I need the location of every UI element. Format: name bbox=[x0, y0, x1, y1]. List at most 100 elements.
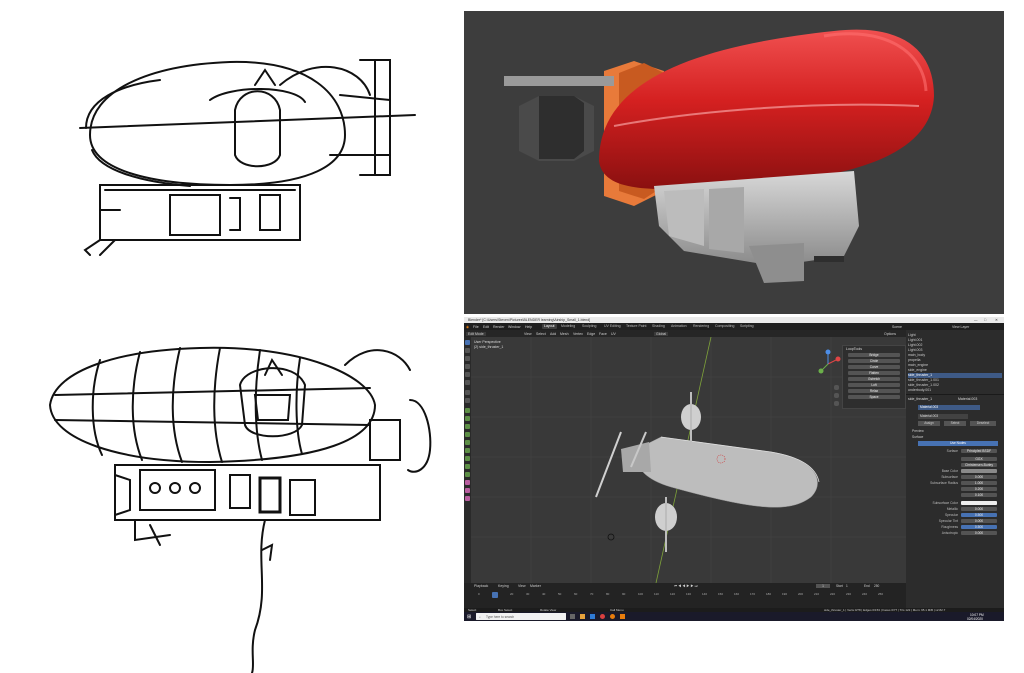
tab-modeling[interactable]: Modeling bbox=[559, 324, 577, 329]
playback-controls[interactable]: ⏮◀◀▶▶⏭ bbox=[674, 584, 699, 588]
close-button[interactable]: ✕ bbox=[995, 318, 998, 322]
rip-region-tool-icon[interactable] bbox=[465, 496, 470, 501]
knife-tool-icon[interactable] bbox=[465, 440, 470, 445]
looptools-gstretch-button[interactable]: Gstretch bbox=[848, 377, 900, 382]
edge-browser-icon[interactable] bbox=[590, 614, 595, 619]
prop-value-subsurface-color[interactable] bbox=[961, 500, 997, 506]
menu-help[interactable]: Help bbox=[525, 325, 532, 329]
options-dropdown[interactable]: Options bbox=[884, 332, 896, 336]
prop-value-subsurface-radius-y[interactable]: 0.200 bbox=[961, 486, 997, 492]
start-frame-field[interactable]: 1 bbox=[846, 584, 848, 588]
looptools-curve-button[interactable]: Curve bbox=[848, 365, 900, 370]
inset-tool-icon[interactable] bbox=[465, 416, 470, 421]
blender-logo-icon[interactable]: ◉ bbox=[466, 325, 469, 329]
shear-tool-icon[interactable] bbox=[465, 488, 470, 493]
bevel-tool-icon[interactable] bbox=[465, 424, 470, 429]
smooth-tool-icon[interactable] bbox=[465, 464, 470, 469]
prop-value-metallic[interactable]: 0.000 bbox=[961, 506, 997, 512]
rotate-tool-icon[interactable] bbox=[465, 364, 470, 369]
transform-tool-icon[interactable] bbox=[465, 380, 470, 385]
timeline-keying-menu[interactable]: Keying bbox=[498, 584, 509, 588]
firefox-icon[interactable] bbox=[610, 614, 615, 619]
edge-slide-tool-icon[interactable] bbox=[465, 472, 470, 477]
shrink-fatten-tool-icon[interactable] bbox=[465, 480, 470, 485]
material-slot[interactable]: Material.003 bbox=[918, 405, 980, 410]
camera-view-icon[interactable] bbox=[834, 401, 839, 406]
task-view-icon[interactable] bbox=[570, 614, 575, 619]
deselect-button[interactable]: Deselect bbox=[970, 421, 996, 426]
maximize-button[interactable]: □ bbox=[984, 318, 986, 322]
loop-cut-tool-icon[interactable] bbox=[465, 432, 470, 437]
tab-layout[interactable]: Layout bbox=[542, 324, 557, 329]
spin-tool-icon[interactable] bbox=[465, 456, 470, 461]
view-layer-selector[interactable]: View Layer bbox=[952, 325, 969, 329]
tab-rendering[interactable]: Rendering bbox=[691, 324, 711, 329]
prop-value-anisotropic[interactable]: 0.000 bbox=[961, 530, 997, 536]
end-frame-field[interactable]: 250 bbox=[874, 584, 879, 588]
prop-value-specular-tint[interactable]: 0.000 bbox=[961, 518, 997, 524]
tab-scripting[interactable]: Scripting bbox=[738, 324, 756, 329]
assign-button[interactable]: Assign bbox=[918, 421, 940, 426]
select-button[interactable]: Select bbox=[944, 421, 966, 426]
select-tool-icon[interactable] bbox=[465, 340, 470, 345]
prop-value-specular[interactable]: 0.500 bbox=[961, 512, 997, 518]
taskbar-search-box[interactable]: ⌕ Type here to search bbox=[476, 613, 566, 620]
view-menu[interactable]: View bbox=[524, 332, 532, 336]
blender-taskbar-icon[interactable] bbox=[620, 614, 625, 619]
media-app-icon[interactable] bbox=[600, 614, 605, 619]
menu-window[interactable]: Window bbox=[508, 325, 520, 329]
mode-selector[interactable]: Edit Mode bbox=[466, 331, 486, 336]
file-explorer-icon[interactable] bbox=[580, 614, 585, 619]
surface-section[interactable]: Surface bbox=[912, 435, 923, 439]
uv-menu[interactable]: UV bbox=[611, 332, 616, 336]
annotate-tool-icon[interactable] bbox=[465, 390, 470, 395]
scene-selector[interactable]: Scene bbox=[892, 325, 902, 329]
prop-value-subsurface[interactable]: 0.000 bbox=[961, 474, 997, 480]
looptools-circle-button[interactable]: Circle bbox=[848, 359, 900, 364]
vertex-menu[interactable]: Vertex bbox=[573, 332, 583, 336]
timeline-playback-menu[interactable]: Playback bbox=[474, 584, 488, 588]
edge-menu[interactable]: Edge bbox=[587, 332, 595, 336]
playhead[interactable] bbox=[492, 592, 498, 598]
navigation-gizmo-icon[interactable] bbox=[813, 349, 843, 379]
move-tool-icon[interactable] bbox=[465, 356, 470, 361]
use-nodes-button[interactable]: Use Nodes bbox=[918, 441, 998, 446]
prop-value-base-color[interactable] bbox=[961, 468, 997, 474]
3d-viewport[interactable]: User Perspective (2) side_thruster_1 bbox=[471, 337, 906, 583]
add-menu[interactable]: Add bbox=[550, 332, 556, 336]
prop-value-subsurface-radius-x[interactable]: 1.000 bbox=[961, 480, 997, 486]
current-frame-field[interactable]: 1 bbox=[816, 583, 830, 588]
tab-sculpting[interactable]: Sculpting bbox=[580, 324, 598, 329]
prop-value-subsurface-method[interactable]: Christensen-Burley bbox=[961, 462, 997, 468]
tab-uv-editing[interactable]: UV Editing bbox=[602, 324, 623, 329]
material-selector[interactable]: Material.003 bbox=[918, 414, 968, 419]
tab-texture-paint[interactable]: Texture Paint bbox=[624, 324, 648, 329]
transform-orientation[interactable]: Global bbox=[654, 331, 669, 336]
looptools-bridge-button[interactable]: Bridge bbox=[848, 353, 900, 358]
outliner-item-underbody-001[interactable]: underbody.001 bbox=[908, 388, 1002, 393]
menu-edit[interactable]: Edit bbox=[483, 325, 489, 329]
prop-value-roughness[interactable]: 0.500 bbox=[961, 524, 997, 530]
preview-section[interactable]: Preview bbox=[912, 429, 924, 433]
menu-render[interactable]: Render bbox=[493, 325, 504, 329]
measure-tool-icon[interactable] bbox=[465, 398, 470, 403]
timeline-marker-menu[interactable]: Marker bbox=[530, 584, 541, 588]
prop-value-subsurface-radius-z[interactable]: 0.100 bbox=[961, 492, 997, 498]
looptools-loft-button[interactable]: Loft bbox=[848, 383, 900, 388]
face-menu[interactable]: Face bbox=[599, 332, 607, 336]
pan-view-icon[interactable] bbox=[834, 393, 839, 398]
looptools-space-button[interactable]: Space bbox=[848, 395, 900, 400]
tab-animation[interactable]: Animation bbox=[669, 324, 689, 329]
prop-value-distribution[interactable]: GGX bbox=[961, 456, 997, 462]
cursor-tool-icon[interactable] bbox=[465, 348, 470, 353]
extrude-tool-icon[interactable] bbox=[465, 408, 470, 413]
poly-build-tool-icon[interactable] bbox=[465, 448, 470, 453]
select-menu[interactable]: Select bbox=[536, 332, 546, 336]
looptools-flatten-button[interactable]: Flatten bbox=[848, 371, 900, 376]
windows-start-icon[interactable]: ⊞ bbox=[467, 614, 471, 620]
minimize-button[interactable]: — bbox=[974, 318, 978, 322]
timeline-ruler[interactable]: 0102030405060708090100110120130140150160… bbox=[464, 592, 906, 598]
looptools-relax-button[interactable]: Relax bbox=[848, 389, 900, 394]
zoom-view-icon[interactable] bbox=[834, 385, 839, 390]
prop-value-surface[interactable]: Principled BSDF bbox=[961, 448, 997, 454]
